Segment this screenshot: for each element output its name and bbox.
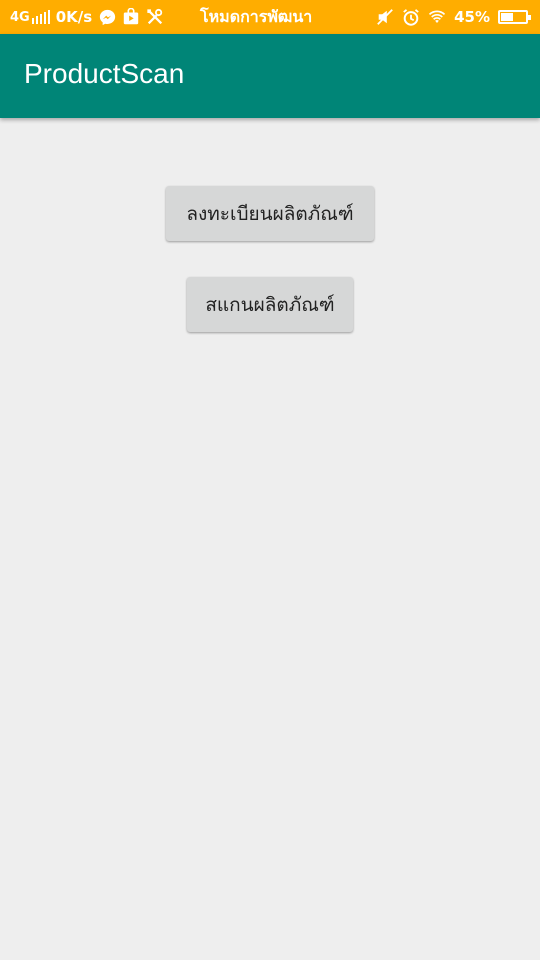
network-speed: 0K/s (55, 8, 93, 26)
developer-mode-text: โหมดการพัฒนา (200, 6, 313, 26)
status-bar: 4G 0K/s โหมดการพัฒนา 45% (0, 0, 540, 34)
signal-icon (31, 10, 50, 24)
status-right: 45% (376, 0, 531, 34)
battery-percent: 45% (454, 8, 490, 26)
battery-level (501, 13, 513, 21)
play-store-icon (122, 8, 140, 26)
app-title: ProductScan (24, 58, 185, 89)
status-left: 4G 0K/s (10, 0, 164, 34)
mute-icon (376, 8, 394, 26)
alarm-icon (402, 8, 420, 26)
wifi-icon (428, 8, 446, 26)
network-type: 4G (10, 9, 30, 25)
scan-product-button[interactable]: สแกนผลิตภัณฑ์ (187, 277, 353, 332)
messenger-icon (98, 8, 116, 26)
app-bar: ProductScan (0, 34, 540, 118)
tools-icon (146, 8, 164, 26)
battery-icon (498, 10, 531, 24)
network-indicator: 4G (10, 10, 50, 25)
register-product-button[interactable]: ลงทะเบียนผลิตภัณฑ์ (166, 186, 374, 241)
